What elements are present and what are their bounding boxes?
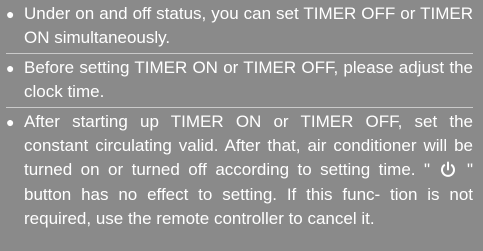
bullet: ● (6, 59, 15, 76)
note-text: Before setting TIMER ON or TIMER OFF, pl… (24, 57, 473, 102)
note-item-timer-circulating: ● After starting up TIMER ON or TIMER OF… (6, 110, 473, 232)
note-item-adjust-clock: ● Before setting TIMER ON or TIMER OFF, … (6, 56, 473, 105)
note-text: Under on and off status, you can set TIM… (24, 4, 473, 48)
note-text-before-icon: After starting up TIMER ON or TIMER OFF,… (24, 111, 473, 180)
power-icon (440, 161, 456, 178)
bullet: ● (6, 113, 15, 130)
note-item-simultaneous-timers: ● Under on and off status, you can set T… (6, 2, 473, 51)
note-text: After starting up TIMER ON or TIMER OFF,… (24, 110, 473, 232)
bullet: ● (6, 6, 15, 22)
document-page: ● Under on and off status, you can set T… (0, 0, 483, 251)
divider (6, 106, 473, 108)
divider (6, 52, 473, 54)
